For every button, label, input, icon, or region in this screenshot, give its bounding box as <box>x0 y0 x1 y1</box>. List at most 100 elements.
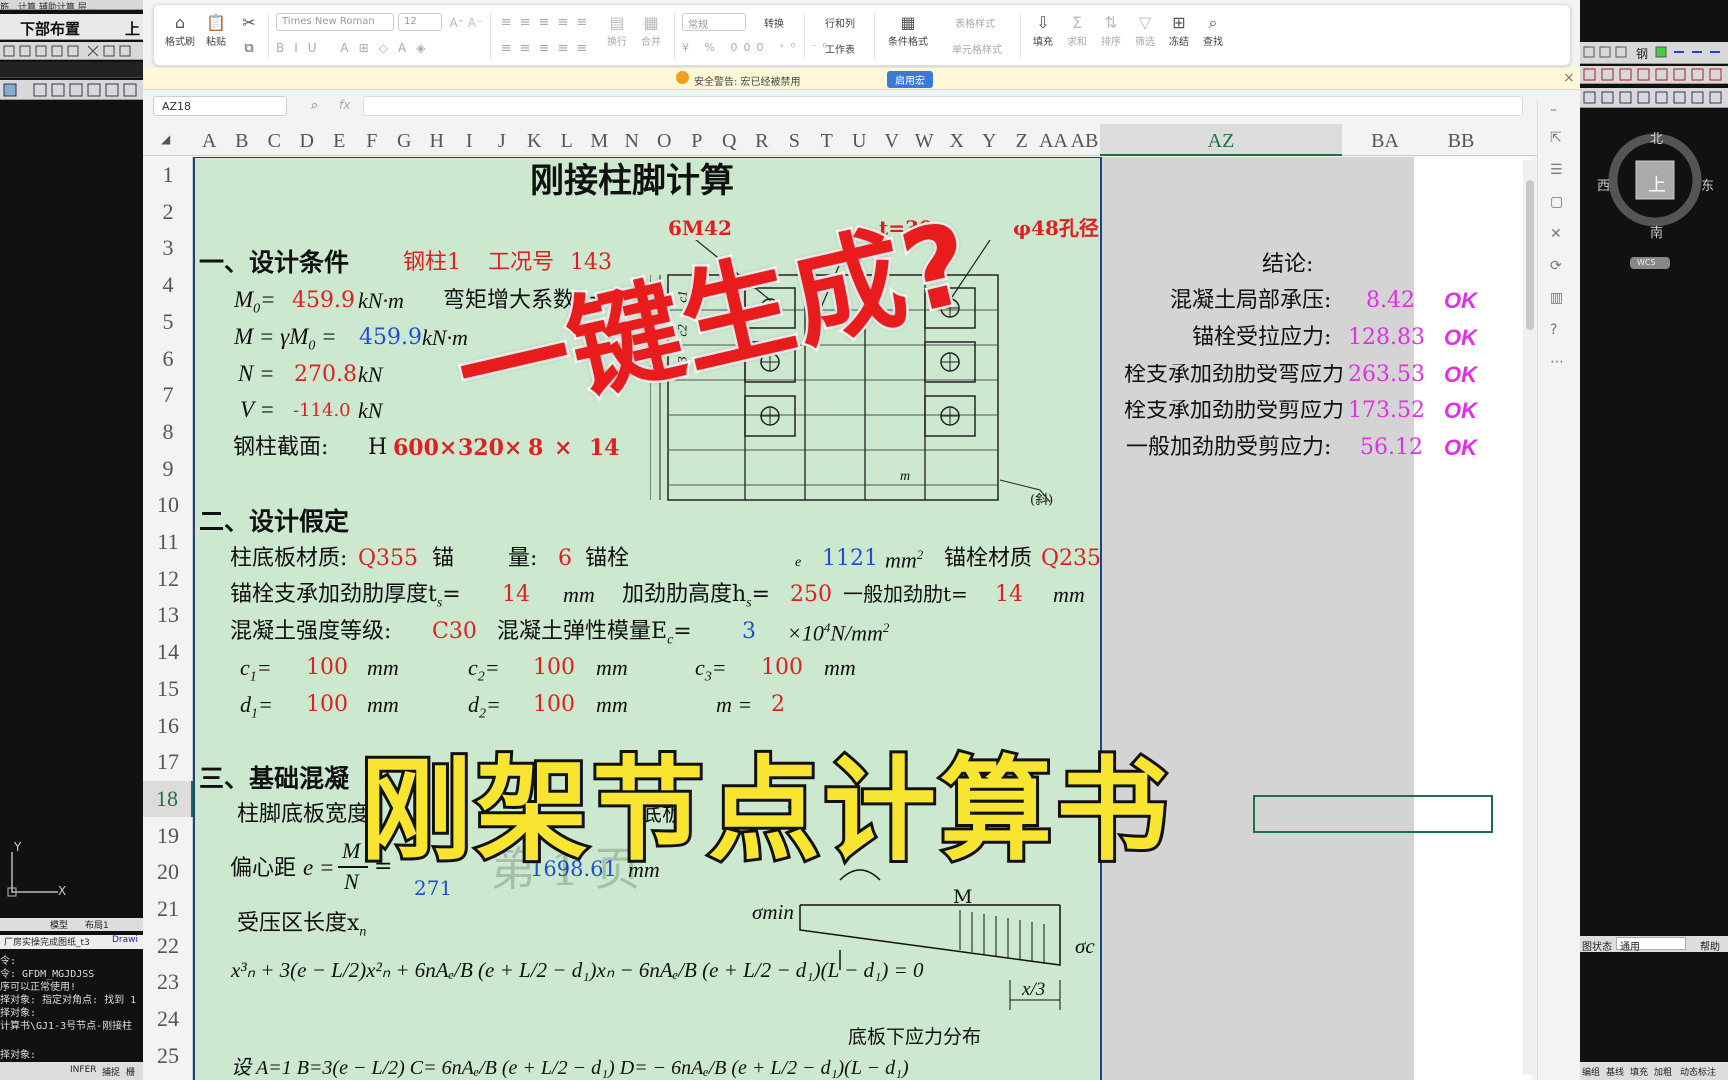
fill-button[interactable]: ⇩ 填充 <box>1028 13 1058 48</box>
format-painter-button[interactable]: ⌂ 格式刷 <box>162 13 198 48</box>
more-icon[interactable]: ⋯ <box>1550 354 1564 370</box>
column-header[interactable]: F <box>356 124 389 156</box>
wcs-label[interactable]: WCS <box>1637 258 1656 267</box>
tools-icon[interactable]: ✕ <box>1550 226 1562 242</box>
font-style-buttons[interactable]: BIU A⊞◇A◈ <box>276 41 476 55</box>
zoom-icon[interactable]: ⌕ <box>311 98 318 113</box>
row-header[interactable]: 1 <box>143 157 193 193</box>
row-header[interactable]: 11 <box>143 524 193 560</box>
column-header[interactable]: C <box>258 124 291 156</box>
name-box[interactable]: AZ18 <box>153 96 287 116</box>
number-format-buttons[interactable]: ¥ % 000 ⁺⁰ ⁻⁰ <box>682 41 827 54</box>
help-icon[interactable]: ? <box>1550 322 1557 338</box>
font-name-select[interactable]: Times New Roman <box>276 13 394 31</box>
column-header[interactable]: X <box>941 124 974 156</box>
merge-button[interactable]: ▦ 合并 <box>636 13 666 48</box>
cad-right-icons-2[interactable] <box>1580 66 1728 84</box>
status-infer[interactable]: INFER <box>70 1065 97 1075</box>
row-header[interactable]: 18 <box>143 780 193 817</box>
cond-format-button[interactable]: ▦ 条件格式 <box>882 13 934 48</box>
paste-button[interactable]: 📋 粘贴 <box>200 13 232 48</box>
cell-style-button[interactable]: 单元格样式 <box>940 41 1014 56</box>
column-header[interactable]: I <box>453 124 486 156</box>
status-dyn-dim[interactable]: 动态标注 <box>1680 1065 1716 1078</box>
row-header[interactable]: 13 <box>143 597 193 633</box>
column-header[interactable]: W <box>908 124 941 156</box>
view-state-select[interactable]: 通用 <box>1616 937 1686 953</box>
selected-cell-AZ18[interactable] <box>1253 795 1493 833</box>
row-header[interactable]: 2 <box>143 194 193 230</box>
cad-tab-upper[interactable]: 上 <box>125 18 140 39</box>
cad-file-tab[interactable]: 厂房实操完成图纸_t3 <box>4 935 90 948</box>
cad-cmd-line[interactable]: 择对象: <box>0 1046 143 1061</box>
help-button[interactable]: 帮助 <box>1700 938 1720 953</box>
copy-button[interactable]: ⧉ <box>238 39 260 59</box>
column-header[interactable]: O <box>648 124 681 156</box>
row-header[interactable]: 16 <box>143 708 193 744</box>
status-snap[interactable]: 捕捉 <box>102 1065 120 1078</box>
viewcube-top-face[interactable]: 上 <box>1648 171 1666 197</box>
column-header[interactable]: Y <box>973 124 1006 156</box>
row-col-button[interactable]: 行和列 <box>812 15 868 30</box>
column-header[interactable]: M <box>583 124 616 156</box>
row-header[interactable]: 14 <box>143 634 193 670</box>
row-header[interactable]: 9 <box>143 451 193 487</box>
font-grow-shrink[interactable]: A⁺ A⁻ <box>446 13 486 33</box>
cad-file-tab-2[interactable]: Drawi <box>112 935 138 945</box>
row-header[interactable]: 5 <box>143 304 193 340</box>
comment-icon[interactable]: ▢ <box>1550 194 1563 210</box>
wrap-button[interactable]: ▤ 换行 <box>602 13 632 48</box>
status-group[interactable]: 编组 <box>1582 1065 1600 1078</box>
compass-north[interactable]: 北 <box>1650 128 1663 147</box>
row-header[interactable]: 7 <box>143 377 193 413</box>
vertical-scrollbar[interactable] <box>1523 160 1537 1075</box>
enable-macro-button[interactable]: 启用宏 <box>887 71 933 88</box>
convert-button[interactable]: 转换 <box>750 15 798 30</box>
column-header[interactable]: E <box>323 124 356 156</box>
fx-icon[interactable]: fx <box>339 98 350 112</box>
cad-toolbar-icons[interactable] <box>0 42 143 60</box>
row-header[interactable]: 17 <box>143 744 193 780</box>
column-header[interactable]: BA <box>1342 124 1428 156</box>
column-header[interactable]: G <box>388 124 421 156</box>
row-header[interactable]: 3 <box>143 230 193 266</box>
column-header[interactable]: S <box>778 124 811 156</box>
row-header[interactable]: 19 <box>143 818 193 854</box>
cut-button[interactable]: ✂ <box>238 13 260 33</box>
compass-east[interactable]: 东 <box>1701 175 1714 194</box>
scroll-thumb[interactable] <box>1526 180 1534 330</box>
status-baseline[interactable]: 基线 <box>1606 1065 1624 1078</box>
pointer-icon[interactable]: ⇱ <box>1550 130 1562 146</box>
compass-south[interactable]: 南 <box>1650 222 1663 241</box>
number-format-select[interactable]: 常规 <box>682 13 746 31</box>
minimize-icon[interactable]: – <box>1550 102 1557 118</box>
cad-toolbar-icons-2[interactable] <box>0 80 143 100</box>
column-header[interactable]: BB <box>1428 124 1494 156</box>
row-header[interactable]: 25 <box>143 1038 193 1074</box>
row-header[interactable]: 24 <box>143 1001 193 1037</box>
column-header[interactable]: L <box>551 124 584 156</box>
refresh-icon[interactable]: ⟳ <box>1550 258 1562 274</box>
select-all-icon[interactable]: ◢ <box>161 132 170 146</box>
filter-button[interactable]: ▽ 筛选 <box>1130 13 1160 48</box>
align-buttons-top[interactable]: ≡≡≡≡≡ <box>498 15 598 30</box>
column-header[interactable]: D <box>291 124 324 156</box>
row-header[interactable]: 4 <box>143 267 193 303</box>
sort-button[interactable]: ⇅ 排序 <box>1096 13 1126 48</box>
row-header[interactable]: 12 <box>143 561 193 597</box>
row-header[interactable]: 21 <box>143 891 193 927</box>
column-header[interactable]: T <box>811 124 844 156</box>
column-header[interactable]: K <box>518 124 551 156</box>
cad-tab-lower-layout[interactable]: 下部布置 <box>20 18 80 39</box>
sum-button[interactable]: Σ 求和 <box>1062 13 1092 48</box>
column-header[interactable]: H <box>421 124 454 156</box>
column-header[interactable]: A <box>193 124 226 156</box>
viewcube[interactable] <box>1600 125 1710 275</box>
row-header[interactable]: 20 <box>143 854 193 890</box>
column-header[interactable]: B <box>226 124 259 156</box>
find-button[interactable]: ⌕ 查找 <box>1198 13 1228 48</box>
cad-right-icons-3[interactable] <box>1580 88 1728 108</box>
column-header[interactable]: AB <box>1069 124 1100 156</box>
row-header[interactable]: 23 <box>143 964 193 1000</box>
column-header[interactable]: R <box>746 124 779 156</box>
